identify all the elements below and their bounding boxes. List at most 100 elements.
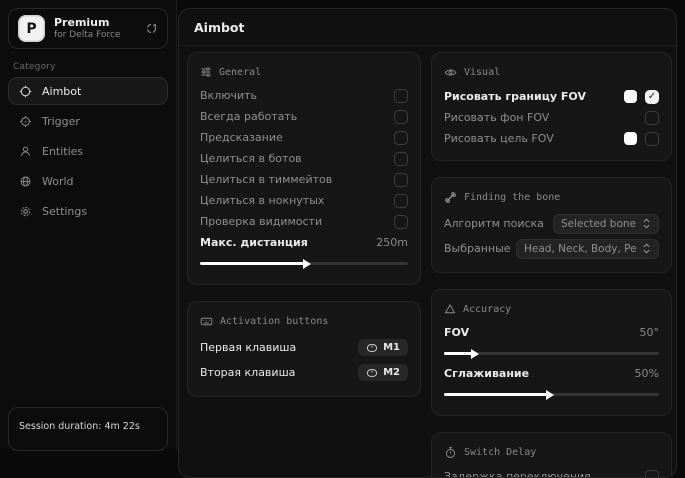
visibility-check-checkbox[interactable]	[394, 215, 408, 229]
fov-slider[interactable]	[444, 352, 659, 355]
setting-row: Рисовать цель FOV	[444, 128, 659, 149]
setting-label: Проверка видимости	[200, 215, 322, 228]
setting-row: Проверка видимости	[200, 211, 408, 232]
keybind-value: M2	[383, 367, 400, 378]
sidebar-item-world[interactable]: World	[8, 167, 168, 195]
sidebar-item-label: Trigger	[42, 115, 80, 128]
main-panel: Aimbot General	[178, 8, 677, 478]
sidebar-item-label: Aimbot	[42, 85, 81, 98]
sidebar-item-label: World	[42, 175, 74, 188]
card-title-text: Activation buttons	[220, 316, 328, 327]
smoothing-slider-value: 50%	[635, 367, 659, 380]
fov-border-color-swatch[interactable]	[624, 90, 637, 103]
brand-subtitle: for Delta Force	[54, 30, 120, 41]
triangle-icon	[444, 303, 456, 315]
slider-fill	[444, 352, 472, 355]
card-title-text: Finding the bone	[464, 192, 560, 203]
sidebar-item-entities[interactable]: Entities	[8, 137, 168, 165]
setting-row: Рисовать фон FOV	[444, 107, 659, 128]
refresh-icon[interactable]	[145, 22, 158, 35]
brand-name: Premium	[54, 16, 120, 30]
mouse-icon	[366, 368, 378, 378]
setting-label: Предсказание	[200, 131, 283, 144]
card-title-text: Visual	[464, 67, 500, 78]
sidebar-item-aimbot[interactable]: Aimbot	[8, 77, 168, 105]
fov-target-checkbox[interactable]	[645, 132, 659, 146]
sidebar-item-label: Entities	[42, 145, 83, 158]
gear-icon	[19, 205, 32, 218]
setting-row: Алгоритм поиска кост Selected bone	[444, 211, 659, 236]
category-label: Category	[13, 62, 163, 72]
fov-border-checkbox[interactable]: ✓	[645, 90, 659, 104]
activation-buttons-card: Activation buttons Первая клавиша M1	[187, 301, 421, 397]
sliders-icon	[200, 66, 212, 78]
card-title-text: Accuracy	[463, 304, 511, 315]
fov-background-checkbox[interactable]	[645, 111, 659, 125]
finding-bone-card: Finding the bone Алгоритм поиска кост Se…	[431, 177, 672, 273]
content: General Включить Всегда работать Предска…	[179, 46, 676, 478]
fov-target-label: Рисовать цель FOV	[444, 132, 554, 145]
right-column: Visual Рисовать границу FOV ✓ Рисовать ф…	[431, 52, 672, 478]
brand-logo: P	[18, 15, 45, 42]
visual-card-title: Visual	[444, 60, 659, 86]
switch-delay-checkbox[interactable]	[645, 470, 659, 478]
left-column: General Включить Всегда работать Предска…	[187, 52, 421, 397]
target-teammates-checkbox[interactable]	[394, 173, 408, 187]
sidebar-item-trigger[interactable]: Trigger	[8, 107, 168, 135]
second-key-button[interactable]: M2	[358, 364, 408, 381]
visual-card: Visual Рисовать границу FOV ✓ Рисовать ф…	[431, 52, 672, 161]
first-key-label: Первая клавиша	[200, 341, 296, 354]
target-bots-checkbox[interactable]	[394, 152, 408, 166]
session-duration: Session duration: 4m 22s	[8, 407, 168, 451]
enable-checkbox[interactable]	[394, 89, 408, 103]
setting-row: Предсказание	[200, 127, 408, 148]
smoothing-slider[interactable]	[444, 393, 659, 396]
crosshair-icon	[19, 115, 32, 128]
selected-bones-select[interactable]: Head, Neck, Body, Pe...	[516, 239, 659, 259]
setting-row: Выбранные кос Head, Neck, Body, Pe...	[444, 236, 659, 261]
chevron-up-down-icon	[642, 243, 651, 254]
setting-label: Всегда работать	[200, 110, 297, 123]
fov-slider-value: 50°	[640, 326, 660, 339]
eye-icon	[444, 66, 457, 79]
general-card-title: General	[200, 60, 408, 85]
setting-row: Целиться в тиммейтов	[200, 169, 408, 190]
globe-icon	[19, 175, 32, 188]
switch-delay-toggle-label: Задержка переключения	[444, 470, 591, 478]
setting-row: Целиться в ботов	[200, 148, 408, 169]
brand-text: Premium for Delta Force	[54, 16, 120, 41]
entities-icon	[19, 145, 32, 158]
setting-row: Всегда работать	[200, 106, 408, 127]
setting-row: Задержка переключения	[444, 466, 659, 478]
app-window: P Premium for Delta Force Category	[0, 0, 685, 449]
card-title-text: General	[219, 67, 261, 78]
max-distance-slider[interactable]	[200, 262, 408, 265]
smoothing-slider-label: Сглаживание	[444, 367, 529, 380]
setting-label: Целиться в нокнутых	[200, 194, 324, 207]
general-card: General Включить Всегда работать Предска…	[187, 52, 421, 285]
activation-card-title: Activation buttons	[200, 309, 408, 335]
setting-label: Включить	[200, 89, 257, 102]
always-work-checkbox[interactable]	[394, 110, 408, 124]
bone-algorithm-select[interactable]: Selected bone	[553, 214, 659, 234]
slider-label-row: Сглаживание 50%	[444, 363, 659, 384]
fov-slider-label: FOV	[444, 326, 469, 339]
scope-icon	[19, 85, 32, 98]
bone-algorithm-label: Алгоритм поиска кост	[444, 217, 547, 230]
select-value: Selected bone	[561, 218, 636, 230]
keybind-row: Вторая клавиша M2	[200, 360, 408, 385]
slider-fill	[200, 262, 304, 265]
prediction-checkbox[interactable]	[394, 131, 408, 145]
select-value: Head, Neck, Body, Pe...	[524, 243, 636, 255]
sidebar: P Premium for Delta Force Category	[0, 0, 177, 449]
target-knocked-checkbox[interactable]	[394, 194, 408, 208]
second-key-label: Вторая клавиша	[200, 366, 295, 379]
sidebar-item-settings[interactable]: Settings	[8, 197, 168, 225]
first-key-button[interactable]: M1	[358, 339, 408, 356]
max-distance-value: 250m	[376, 236, 408, 249]
slider-label-row: FOV 50°	[444, 322, 659, 343]
setting-row: Рисовать границу FOV ✓	[444, 86, 659, 107]
chevron-up-down-icon	[642, 218, 651, 229]
bone-icon	[444, 191, 457, 204]
fov-target-color-swatch[interactable]	[624, 132, 637, 145]
